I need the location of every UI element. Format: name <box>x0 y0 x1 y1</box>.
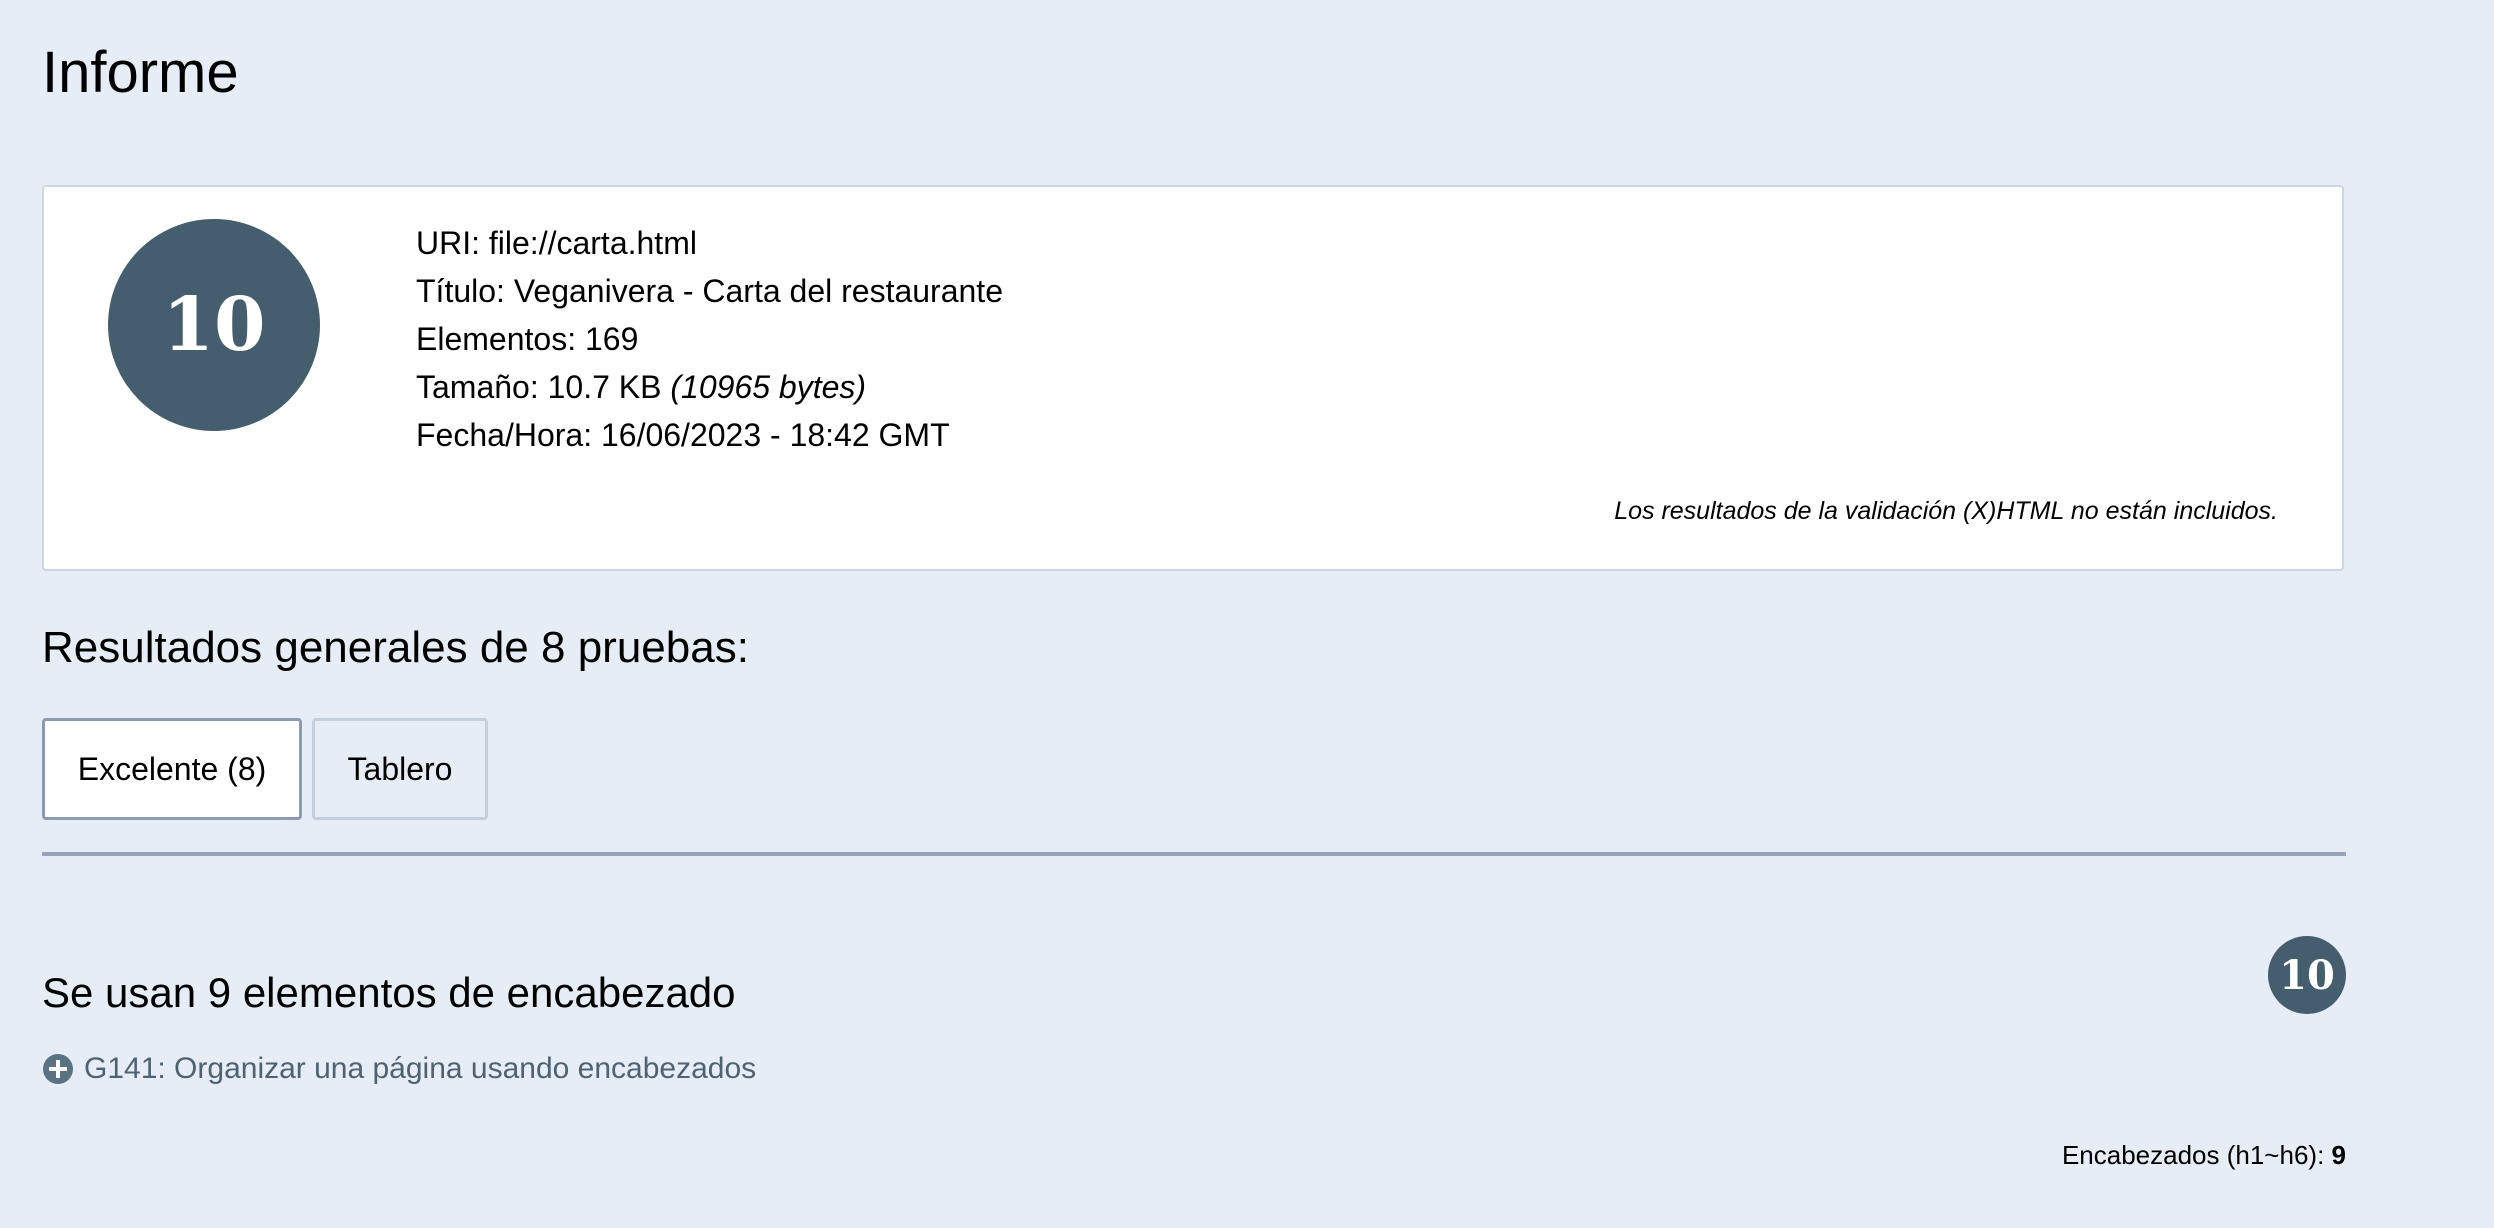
size-label: Tamaño: <box>416 369 539 405</box>
tab-tablero[interactable]: Tablero <box>312 718 488 820</box>
page-info-list: URI: file://carta.html Título: Veganiver… <box>416 219 1003 459</box>
size-line: Tamaño: 10.7 KB (10965 bytes) <box>416 363 1003 411</box>
results-heading: Resultados generales de 8 pruebas: <box>42 623 749 672</box>
results-tabs: Excelente (8) Tablero <box>42 718 488 820</box>
elements-value: 169 <box>584 321 639 357</box>
title-label: Título: <box>416 273 505 309</box>
page-title: Informe <box>42 40 239 105</box>
elements-label: Elementos: <box>416 321 577 357</box>
plus-circle-icon[interactable] <box>42 1053 74 1085</box>
summary-card: 10 URI: file://carta.html Título: Vegani… <box>42 185 2344 571</box>
datetime-label: Fecha/Hora: <box>416 417 593 453</box>
heading-count-value: 9 <box>2331 1140 2346 1170</box>
uri-label: URI: <box>416 225 480 261</box>
uri-value: file://carta.html <box>488 225 697 261</box>
size-value: 10.7 KB <box>547 369 662 405</box>
elements-line: Elementos: 169 <box>416 315 1003 363</box>
datetime-line: Fecha/Hora: 16/06/2023 - 18:42 GMT <box>416 411 1003 459</box>
datetime-value: 16/06/2023 - 18:42 GMT <box>600 417 950 453</box>
title-value: Veganivera - Carta del restaurante <box>513 273 1003 309</box>
title-line: Título: Veganivera - Carta del restauran… <box>416 267 1003 315</box>
size-bytes: (10965 bytes) <box>670 369 867 405</box>
tab-excelente[interactable]: Excelente (8) <box>42 718 302 820</box>
result-score-badge: 10 <box>2268 936 2346 1014</box>
tabs-divider <box>42 852 2346 856</box>
validation-note: Los resultados de la validación (X)HTML … <box>1614 497 2278 525</box>
technique-link[interactable]: G141: Organizar una página usando encabe… <box>42 1052 756 1086</box>
heading-count-label: Encabezados (h1~h6): <box>2061 1140 2325 1170</box>
heading-count: Encabezados (h1~h6): 9 <box>2062 1140 2346 1171</box>
technique-label[interactable]: G141: Organizar una página usando encabe… <box>84 1052 756 1086</box>
result-title: Se usan 9 elementos de encabezado <box>42 969 736 1016</box>
uri-line: URI: file://carta.html <box>416 219 1003 267</box>
score-badge: 10 <box>108 219 320 431</box>
